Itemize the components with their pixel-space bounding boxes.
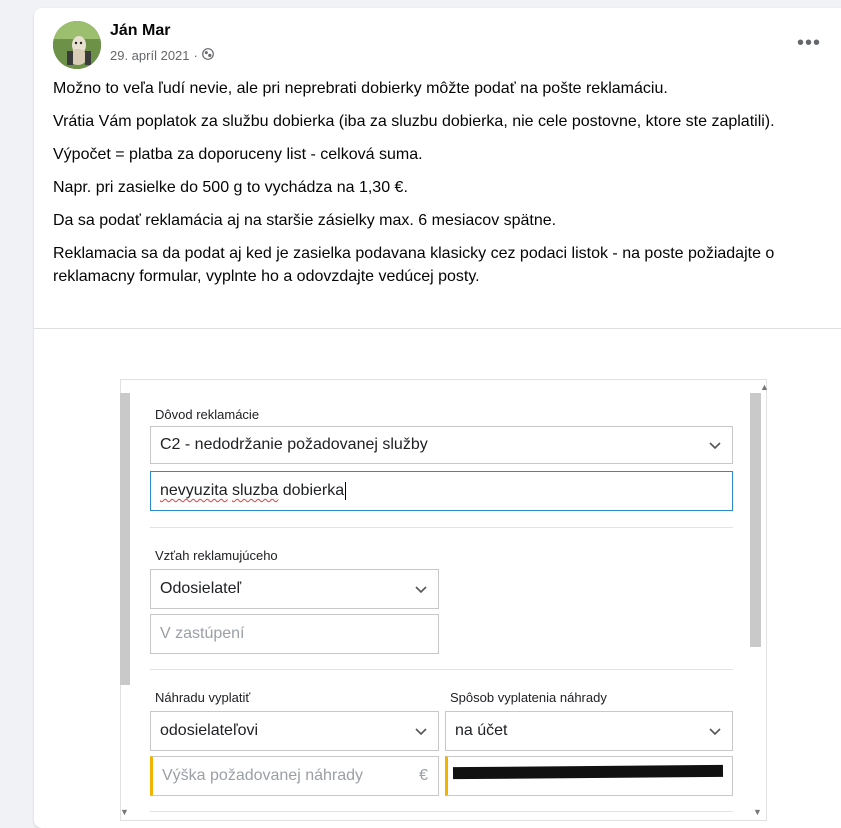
section-divider <box>150 527 733 528</box>
post-paragraph: Vrátia Vám poplatok za službu dobierka (… <box>53 113 775 130</box>
reason-text-word: nevyuzita <box>160 482 228 499</box>
post-paragraph: Reklamacia sa da podat aj ked je zasielk… <box>53 245 775 285</box>
post-divider <box>34 328 841 329</box>
payout-select-value: odosielateľovi <box>160 722 259 739</box>
reason-text-input[interactable]: nevyuzita sluzba dobierka <box>150 471 733 511</box>
post-meta: 29. apríl 2021 · <box>110 48 214 63</box>
amount-input[interactable]: Výška požadovanej náhrady € <box>150 756 439 796</box>
payout-label: Náhradu vyplatiť <box>155 690 251 705</box>
redaction-bar <box>452 764 724 780</box>
relation-select[interactable]: Odosielateľ <box>150 569 439 609</box>
account-number-input[interactable] <box>445 756 733 796</box>
payout-select[interactable]: odosielateľovi <box>150 711 439 751</box>
section-divider <box>150 669 733 670</box>
representation-input[interactable]: V zastúpení <box>150 614 439 654</box>
chevron-down-icon <box>415 728 427 736</box>
reason-select[interactable]: C2 - nedodržanie požadovanej služby <box>150 426 733 464</box>
scroll-up-arrow-icon[interactable]: ▲ <box>760 382 769 392</box>
post-paragraph: Výpočet = platba za doporuceny list - ce… <box>53 146 423 163</box>
scroll-down-arrow-icon[interactable]: ▼ <box>120 807 129 817</box>
post-paragraph: Da sa podať reklamácia aj na staršie zás… <box>53 212 557 229</box>
chevron-down-icon <box>415 586 427 594</box>
post-paragraph: Možno to veľa ľudí nevie, ale pri nepreb… <box>53 80 668 97</box>
text-caret <box>345 482 347 500</box>
public-globe-icon[interactable] <box>201 48 214 63</box>
reason-label: Dôvod reklamácie <box>155 407 260 422</box>
reason-text-word: sluzba <box>232 482 279 499</box>
attached-screenshot[interactable]: ▲ ▼ ▼ Dôvod reklamácie C2 - nedodržanie … <box>115 333 769 828</box>
amount-placeholder: Výška požadovanej náhrady <box>162 767 364 784</box>
chevron-down-icon <box>709 728 721 736</box>
section-divider <box>150 811 733 812</box>
post-date[interactable]: 29. apríl 2021 <box>110 48 190 63</box>
representation-placeholder: V zastúpení <box>160 625 245 642</box>
relation-label: Vzťah reklamujúceho <box>155 548 278 563</box>
currency-symbol: € <box>419 767 428 784</box>
method-select[interactable]: na účet <box>445 711 733 751</box>
reason-text-word: dobierka <box>282 482 345 499</box>
post-text: Možno to veľa ľudí nevie, ale pri nepreb… <box>53 77 813 298</box>
more-options-icon[interactable]: ••• <box>794 30 824 56</box>
reason-select-value: C2 - nedodržanie požadovanej služby <box>160 436 428 453</box>
method-label: Spôsob vyplatenia náhrady <box>450 690 607 705</box>
post-paragraph: Napr. pri zasielke do 500 g to vychádza … <box>53 179 408 196</box>
post-card: Ján Mar 29. apríl 2021 · ••• Možno to ve… <box>34 8 841 828</box>
scrollbar-right[interactable] <box>750 393 761 647</box>
author-avatar[interactable] <box>53 21 101 69</box>
relation-select-value: Odosielateľ <box>160 580 242 597</box>
scrollbar-left[interactable] <box>120 393 130 685</box>
method-select-value: na účet <box>455 722 508 739</box>
chevron-down-icon <box>709 442 721 450</box>
author-name[interactable]: Ján Mar <box>110 22 170 40</box>
scroll-down-arrow-icon[interactable]: ▼ <box>753 807 762 817</box>
